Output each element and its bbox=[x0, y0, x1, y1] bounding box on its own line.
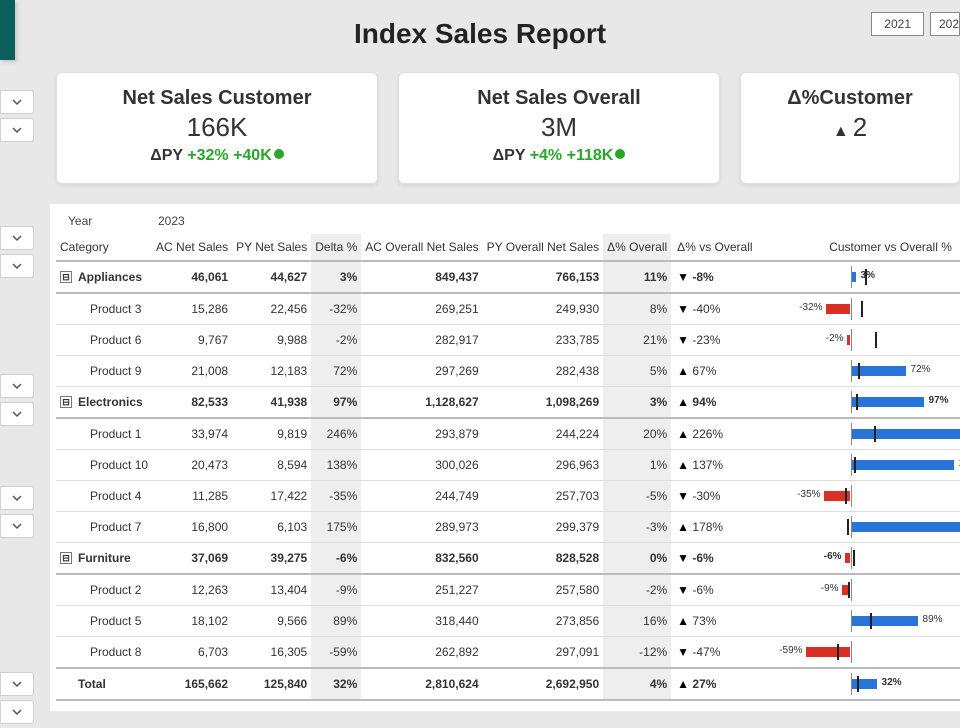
year-2021-button[interactable]: 2021 bbox=[871, 12, 924, 36]
product-name: Product 1 bbox=[60, 427, 141, 441]
year-2022-button[interactable]: 2022 bbox=[930, 12, 960, 36]
col-delta-overall[interactable]: Δ% Overall bbox=[603, 234, 671, 261]
slicer-dropdown[interactable] bbox=[0, 514, 34, 538]
kpi-value: 2 bbox=[741, 112, 959, 143]
table-row[interactable]: Product 212,26313,404-9%251,227257,580-2… bbox=[56, 574, 960, 606]
year-selector: 2021 2022 bbox=[871, 12, 960, 36]
collapse-icon[interactable]: ⊟ bbox=[60, 271, 72, 283]
kpi-delta-customer: Δ%Customer 2 bbox=[740, 72, 960, 184]
bar-chart-cell: -35% bbox=[757, 481, 960, 512]
kpi-value: 166K bbox=[57, 112, 377, 143]
table-row[interactable]: ⊟Furniture37,06939,275-6%832,560828,5280… bbox=[56, 543, 960, 575]
table-row[interactable]: Product 716,8006,103175%289,973299,379-3… bbox=[56, 512, 960, 543]
data-matrix: Year2023 Category AC Net Sales PY Net Sa… bbox=[50, 204, 960, 711]
bar-chart-cell: -6% bbox=[757, 543, 960, 575]
bar-chart-cell: 138% bbox=[757, 450, 960, 481]
collapse-icon[interactable]: ⊟ bbox=[60, 396, 72, 408]
meta-year-label: Year bbox=[68, 214, 158, 228]
table-row[interactable]: Product 86,70316,305-59%262,892297,091-1… bbox=[56, 637, 960, 669]
product-name: Product 4 bbox=[60, 489, 141, 503]
table-row[interactable]: Product 518,1029,56689%318,440273,85616%… bbox=[56, 606, 960, 637]
kpi-net-sales-overall: Net Sales Overall 3M ΔPY +4% +118K bbox=[398, 72, 720, 184]
table-row[interactable]: Product 315,28622,456-32%269,251249,9308… bbox=[56, 293, 960, 325]
bar-chart-cell: 175% bbox=[757, 512, 960, 543]
bar-chart-cell: -2% bbox=[757, 325, 960, 356]
product-name: Product 7 bbox=[60, 520, 141, 534]
product-name: Product 3 bbox=[60, 302, 141, 316]
product-name: Product 9 bbox=[60, 364, 141, 378]
status-dot-icon bbox=[274, 149, 284, 159]
slicer-dropdown[interactable] bbox=[0, 374, 34, 398]
bar-chart-cell: -32% bbox=[757, 293, 960, 325]
col-ac-net-sales[interactable]: AC Net Sales bbox=[152, 234, 232, 261]
table-row[interactable]: Product 133,9749,819246%293,879244,22420… bbox=[56, 418, 960, 450]
matrix-meta: Year2023 bbox=[68, 214, 954, 228]
collapse-icon[interactable]: ⊟ bbox=[60, 552, 72, 564]
col-delta-vs-overall[interactable]: Δ% vs Overall bbox=[671, 234, 756, 261]
col-delta-pct[interactable]: Delta % bbox=[311, 234, 361, 261]
table-row[interactable]: ⊟Appliances46,06144,6273%849,437766,1531… bbox=[56, 261, 960, 293]
slicer-dropdown[interactable] bbox=[0, 118, 34, 142]
kpi-title: Net Sales Overall bbox=[399, 87, 719, 110]
table-body: ⊟Appliances46,06144,6273%849,437766,1531… bbox=[56, 261, 960, 700]
total-label: Total bbox=[60, 677, 106, 691]
table-row[interactable]: Product 921,00812,18372%297,269282,4385%… bbox=[56, 356, 960, 387]
col-py-net-sales[interactable]: PY Net Sales bbox=[232, 234, 311, 261]
product-name: Product 6 bbox=[60, 333, 141, 347]
bar-chart-cell: -9% bbox=[757, 574, 960, 606]
table-row[interactable]: Product 1020,4738,594138%300,026296,9631… bbox=[56, 450, 960, 481]
bar-chart-cell: -59% bbox=[757, 637, 960, 669]
bar-chart-cell: 32% bbox=[757, 668, 960, 700]
accent-bar bbox=[0, 0, 15, 60]
category-name: Appliances bbox=[78, 270, 142, 284]
sales-table: Category AC Net Sales PY Net Sales Delta… bbox=[56, 234, 960, 701]
col-category[interactable]: Category bbox=[56, 234, 152, 261]
bar-chart-cell: 97% bbox=[757, 387, 960, 419]
slicer-column bbox=[0, 90, 34, 728]
bar-chart-cell: 89% bbox=[757, 606, 960, 637]
kpi-delta: ΔPY +32% +40K bbox=[57, 147, 377, 165]
bar-chart-cell: 72% bbox=[757, 356, 960, 387]
product-name: Product 2 bbox=[60, 583, 141, 597]
slicer-dropdown[interactable] bbox=[0, 226, 34, 250]
category-name: Furniture bbox=[78, 551, 131, 565]
status-dot-icon bbox=[615, 149, 625, 159]
slicer-dropdown[interactable] bbox=[0, 254, 34, 278]
product-name: Product 10 bbox=[60, 458, 148, 472]
slicer-dropdown[interactable] bbox=[0, 90, 34, 114]
kpi-title: Δ%Customer bbox=[741, 87, 959, 110]
kpi-delta: ΔPY +4% +118K bbox=[399, 147, 719, 165]
col-chart: Customer vs Overall % bbox=[757, 234, 960, 261]
category-name: Electronics bbox=[78, 395, 143, 409]
product-name: Product 8 bbox=[60, 645, 141, 659]
meta-year-value: 2023 bbox=[158, 214, 218, 228]
col-py-overall[interactable]: PY Overall Net Sales bbox=[483, 234, 604, 261]
table-row[interactable]: Product 69,7679,988-2%282,917233,78521%-… bbox=[56, 325, 960, 356]
slicer-dropdown[interactable] bbox=[0, 700, 34, 724]
bar-chart-cell: 3% bbox=[757, 261, 960, 293]
table-header: Category AC Net Sales PY Net Sales Delta… bbox=[56, 234, 960, 261]
table-row[interactable]: ⊟Electronics82,53341,93897%1,128,6271,09… bbox=[56, 387, 960, 419]
table-row[interactable]: Total165,662125,84032%2,810,6242,692,950… bbox=[56, 668, 960, 700]
table-row[interactable]: Product 411,28517,422-35%244,749257,703-… bbox=[56, 481, 960, 512]
slicer-dropdown[interactable] bbox=[0, 672, 34, 696]
col-ac-overall[interactable]: AC Overall Net Sales bbox=[361, 234, 482, 261]
slicer-dropdown[interactable] bbox=[0, 486, 34, 510]
kpi-title: Net Sales Customer bbox=[57, 87, 377, 110]
kpi-cards: Net Sales Customer 166K ΔPY +32% +40K Ne… bbox=[56, 72, 960, 184]
kpi-value: 3M bbox=[399, 112, 719, 143]
product-name: Product 5 bbox=[60, 614, 141, 628]
bar-chart-cell: 246%▶ bbox=[757, 418, 960, 450]
page-title: Index Sales Report bbox=[0, 0, 960, 72]
kpi-net-sales-customer: Net Sales Customer 166K ΔPY +32% +40K bbox=[56, 72, 378, 184]
slicer-dropdown[interactable] bbox=[0, 402, 34, 426]
